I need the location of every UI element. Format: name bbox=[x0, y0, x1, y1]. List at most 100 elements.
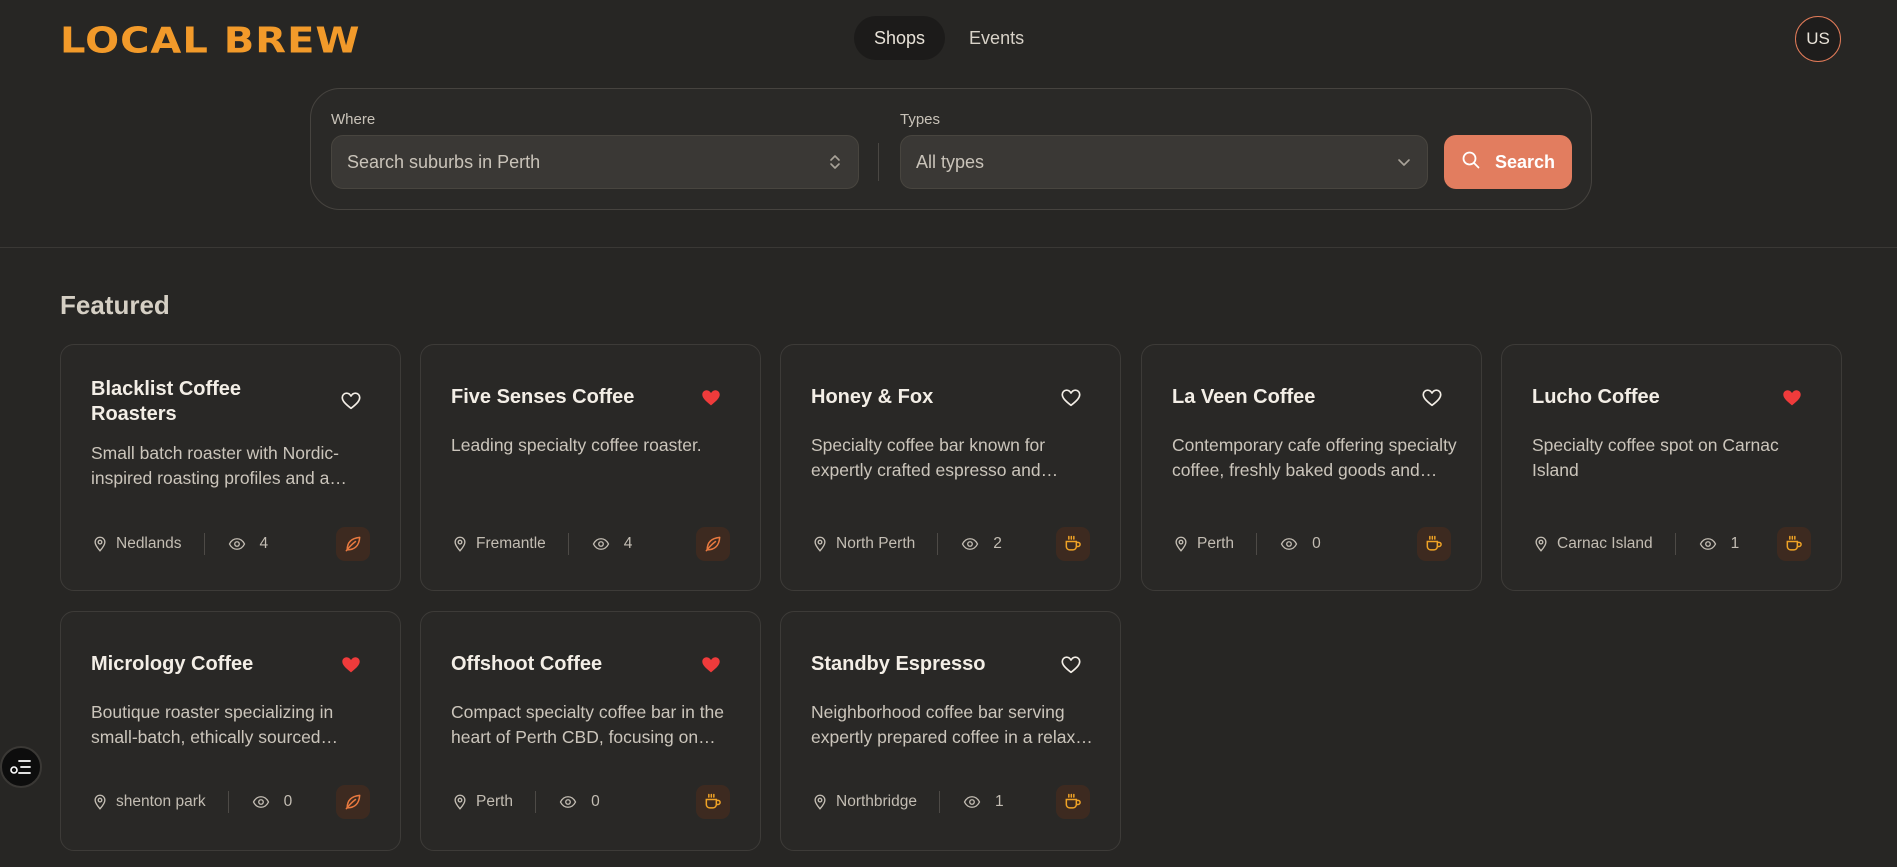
heart-filled-icon[interactable] bbox=[1781, 387, 1803, 409]
shop-name: Lucho Coffee bbox=[1532, 386, 1660, 408]
eye-icon bbox=[252, 796, 269, 808]
footer-divider bbox=[1674, 533, 1676, 555]
list-menu-icon bbox=[10, 760, 31, 774]
view-count: 1 bbox=[1698, 535, 1740, 553]
view-count-text: 1 bbox=[1730, 535, 1740, 552]
view-count: 0 bbox=[558, 793, 600, 811]
view-count: 4 bbox=[591, 535, 632, 553]
shop-card[interactable]: La Veen Coffee Contemporary cafe offerin… bbox=[1141, 344, 1482, 591]
location-text: Perth bbox=[476, 793, 514, 810]
heart-outline-icon[interactable] bbox=[1421, 387, 1443, 409]
heart-outline-icon[interactable] bbox=[1060, 387, 1082, 409]
shop-name: Micrology Coffee bbox=[91, 653, 254, 675]
list-filter-fab[interactable] bbox=[0, 746, 42, 788]
location: Northbridge bbox=[811, 793, 917, 811]
top-header: LOCAL BREW Shops Events US Where Search … bbox=[0, 0, 1897, 248]
types-value: All types bbox=[916, 151, 985, 172]
card-footer: Carnac Island 1 bbox=[1532, 527, 1811, 561]
cup-icon bbox=[696, 785, 730, 819]
location-text: Carnac Island bbox=[1557, 535, 1653, 552]
location: shenton park bbox=[91, 793, 206, 811]
shop-card[interactable]: Five Senses Coffee Leading specialty cof… bbox=[420, 344, 761, 591]
leaf-icon bbox=[696, 527, 730, 561]
where-placeholder: Search suburbs in Perth bbox=[347, 151, 541, 172]
tab-shops[interactable]: Shops bbox=[854, 16, 946, 60]
map-pin-icon bbox=[814, 794, 826, 810]
heart-filled-icon[interactable] bbox=[700, 654, 722, 676]
card-footer: Fremantle 4 bbox=[451, 527, 730, 561]
footer-divider bbox=[1256, 533, 1258, 555]
shop-name: Blacklist Coffee Roasters bbox=[91, 378, 242, 425]
card-footer: Northbridge 1 bbox=[811, 785, 1090, 819]
chevron-down-icon bbox=[1396, 154, 1412, 170]
shop-description: Compact specialty coffee bar in the hear… bbox=[451, 702, 725, 747]
heart-outline-icon[interactable] bbox=[340, 390, 362, 412]
shop-card[interactable]: Standby Espresso Neighborhood coffee bar… bbox=[780, 611, 1121, 851]
view-count-text: 1 bbox=[995, 793, 1004, 810]
location: North Perth bbox=[811, 535, 915, 553]
types-label: Types bbox=[900, 111, 941, 128]
shop-card[interactable]: Honey & Fox Specialty coffee bar known f… bbox=[780, 344, 1121, 591]
types-select[interactable]: All types bbox=[900, 135, 1428, 189]
view-count-text: 2 bbox=[993, 535, 1002, 552]
map-pin-icon bbox=[94, 794, 106, 810]
shop-card[interactable]: Offshoot Coffee Compact specialty coffee… bbox=[420, 611, 761, 851]
cup-icon bbox=[1417, 527, 1451, 561]
leaf-icon bbox=[336, 785, 370, 819]
search-icon bbox=[1461, 150, 1481, 175]
brand-logo[interactable]: LOCAL BREW bbox=[60, 20, 361, 61]
field-divider bbox=[878, 143, 879, 181]
view-count-text: 0 bbox=[283, 793, 293, 810]
where-field[interactable]: Search suburbs in Perth bbox=[331, 135, 859, 189]
eye-icon bbox=[963, 796, 981, 808]
eye-icon bbox=[559, 796, 577, 808]
footer-divider bbox=[535, 791, 537, 813]
search-button[interactable]: Search bbox=[1444, 135, 1572, 189]
footer-divider bbox=[567, 533, 569, 555]
view-count-text: 4 bbox=[259, 535, 269, 552]
featured-heading: Featured bbox=[60, 290, 170, 320]
heart-outline-icon[interactable] bbox=[1060, 654, 1082, 676]
view-count-text: 0 bbox=[1312, 535, 1321, 552]
shop-name: La Veen Coffee bbox=[1172, 386, 1316, 408]
map-pin-icon bbox=[454, 536, 466, 552]
shop-card[interactable]: Micrology Coffee Boutique roaster specia… bbox=[60, 611, 401, 851]
cup-icon bbox=[1056, 527, 1090, 561]
shop-description: Boutique roaster specializing in small-b… bbox=[91, 702, 334, 747]
shop-description: Small batch roaster with Nordic-inspired… bbox=[91, 443, 339, 488]
user-avatar[interactable]: US bbox=[1795, 16, 1841, 62]
card-footer: Perth 0 bbox=[1172, 527, 1451, 561]
shop-card[interactable]: Lucho Coffee Specialty coffee spot on Ca… bbox=[1501, 344, 1842, 591]
shop-card[interactable]: Blacklist Coffee Roasters Small batch ro… bbox=[60, 344, 401, 591]
view-count: 4 bbox=[227, 535, 269, 553]
search-button-label: Search bbox=[1494, 151, 1556, 172]
shop-description: Leading specialty coffee roaster. bbox=[451, 435, 702, 455]
view-count: 1 bbox=[962, 793, 1004, 811]
map-pin-icon bbox=[1175, 536, 1187, 552]
eye-icon bbox=[592, 538, 610, 550]
heart-filled-icon[interactable] bbox=[700, 387, 722, 409]
map-pin-icon bbox=[454, 794, 466, 810]
shop-description: Contemporary cafe offering specialty cof… bbox=[1172, 435, 1457, 480]
location-text: Nedlands bbox=[116, 535, 182, 552]
view-count: 0 bbox=[1279, 535, 1321, 553]
view-count-text: 0 bbox=[591, 793, 600, 810]
shop-name: Honey & Fox bbox=[811, 386, 934, 408]
card-footer: Perth 0 bbox=[451, 785, 730, 819]
heart-filled-icon[interactable] bbox=[340, 654, 362, 676]
tab-events[interactable]: Events bbox=[949, 16, 1044, 60]
card-footer: North Perth 2 bbox=[811, 527, 1090, 561]
where-label: Where bbox=[331, 111, 376, 128]
eye-icon bbox=[228, 538, 245, 550]
cup-icon bbox=[1777, 527, 1811, 561]
footer-divider bbox=[939, 791, 940, 813]
location: Perth bbox=[1172, 535, 1234, 553]
footer-divider bbox=[227, 791, 229, 813]
footer-divider bbox=[203, 533, 205, 555]
location-text: shenton park bbox=[116, 793, 206, 810]
eye-icon bbox=[1699, 538, 1716, 550]
location: Nedlands bbox=[91, 535, 182, 553]
eye-icon bbox=[962, 538, 979, 550]
location-text: Northbridge bbox=[836, 793, 917, 810]
shop-name: Offshoot Coffee bbox=[451, 653, 603, 675]
